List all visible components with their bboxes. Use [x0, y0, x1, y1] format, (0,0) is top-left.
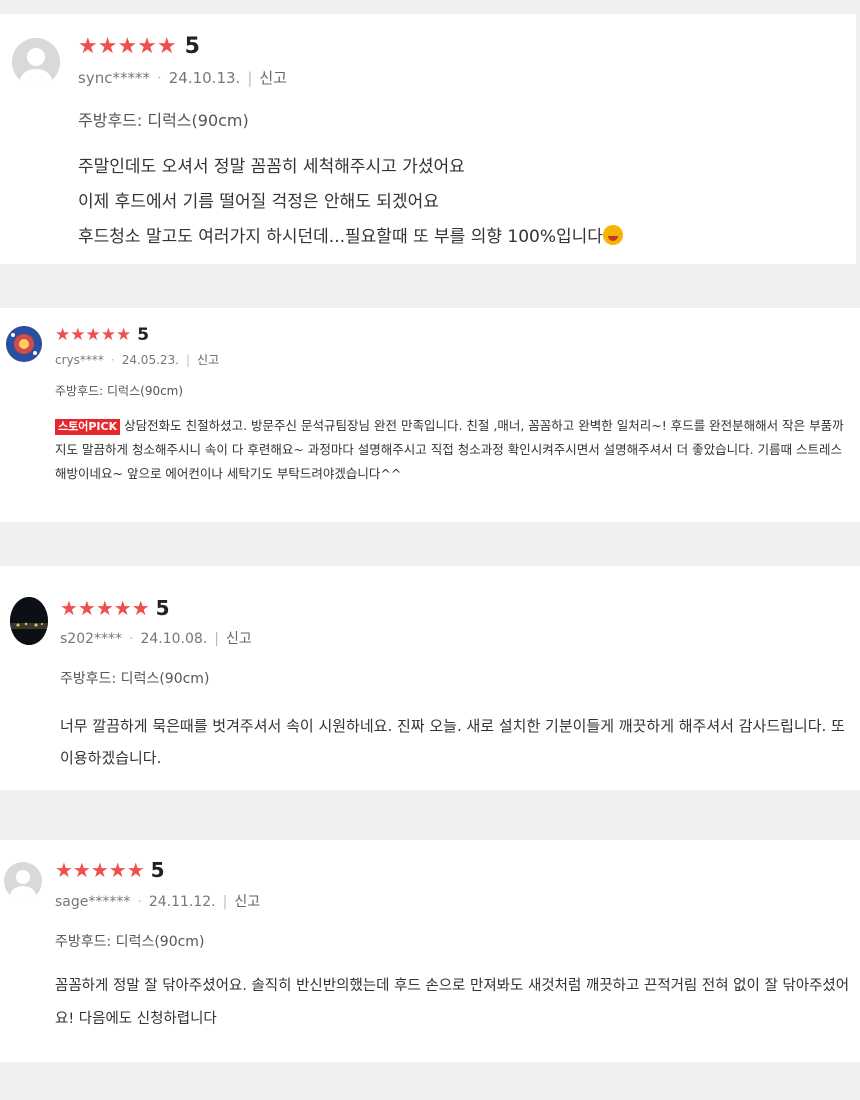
- rating-value: 5: [155, 596, 170, 620]
- review-line: 주말인데도 오셔서 정말 꼼꼼히 세척해주시고 가셨어요: [78, 157, 465, 177]
- divider: ·: [137, 894, 142, 910]
- report-link[interactable]: 신고: [226, 631, 252, 647]
- review-text: 너무 깔끔하게 묵은때를 벗겨주셔서 속이 시원하네요. 진짜 오늘. 새로 설…: [60, 710, 855, 774]
- report-link[interactable]: 신고: [197, 353, 219, 367]
- review-line: 이제 후드에서 기름 떨어질 걱정은 안해도 되겠어요: [78, 192, 439, 212]
- review-date: 24.10.08.: [140, 631, 208, 647]
- review-date: 24.05.23.: [121, 353, 179, 367]
- product-option: 주방후드: 디럭스(90cm): [55, 934, 205, 950]
- review-body: 상담전화도 친절하셨고. 방문주신 문석규팀장님 완전 만족입니다. 친절 ,매…: [55, 418, 844, 481]
- divider: |: [222, 894, 228, 910]
- review-date: 24.10.13.: [168, 69, 241, 87]
- star-rating: ★★★★★ 5: [55, 858, 165, 882]
- review-card: ★★★★★ 5 sage****** · 24.11.12. | 신고 주방후드: 디럭스…: [0, 840, 860, 1062]
- review-meta: s202**** · 24.10.08. | 신고: [60, 628, 252, 648]
- product-option: 주방후드: 디럭스(90cm): [78, 111, 249, 130]
- review-card: ★★★★★ 5 sync***** · 24.10.13. | 신고 주방후드: 디럭스(…: [0, 14, 856, 264]
- rating-value: 5: [150, 858, 165, 882]
- star-rating: ★★★★★ 5: [55, 325, 149, 345]
- divider: ·: [156, 69, 162, 87]
- review-card: ★★★★★ 5 s202**** · 24.10.08. | 신고 주방후드: 디럭스(9…: [0, 566, 860, 790]
- username: sage******: [55, 894, 131, 910]
- username: s202****: [60, 631, 123, 647]
- star-icons: ★★★★★: [60, 596, 150, 620]
- star-icons: ★★★★★: [55, 858, 145, 882]
- review-meta: crys**** · 24.05.23. | 신고: [55, 351, 219, 368]
- rating-value: 5: [184, 34, 200, 59]
- product-option: 주방후드: 디럭스(90cm): [60, 671, 210, 687]
- review-meta: sync***** · 24.10.13. | 신고: [78, 67, 287, 88]
- star-icons: ★★★★★: [55, 325, 132, 345]
- review-text: 꼼꼼하게 정말 잘 닦아주셨어요. 솔직히 반신반의했는데 후드 손으로 만져봐…: [55, 970, 855, 1036]
- username: sync*****: [78, 69, 150, 87]
- divider: |: [214, 631, 219, 647]
- username: crys****: [55, 353, 104, 367]
- review-text: 주말인데도 오셔서 정말 꼼꼼히 세척해주시고 가셨어요 이제 후드에서 기름 …: [78, 150, 848, 255]
- divider: ·: [110, 353, 115, 367]
- star-rating: ★★★★★ 5: [78, 34, 200, 59]
- review-date: 24.11.12.: [148, 894, 216, 910]
- product-option: 주방후드: 디럭스(90cm): [55, 384, 184, 398]
- report-link[interactable]: 신고: [234, 894, 260, 910]
- night-city-avatar-icon: [10, 597, 48, 645]
- store-pick-badge: 스토어PICK: [55, 419, 121, 435]
- review-meta: sage****** · 24.11.12. | 신고: [55, 891, 260, 911]
- review-body: 너무 깔끔하게 묵은때를 벗겨주셔서 속이 시원하네요. 진짜 오늘. 새로 설…: [60, 717, 845, 767]
- default-avatar-icon: [12, 38, 60, 86]
- report-link[interactable]: 신고: [259, 69, 287, 87]
- rating-value: 5: [137, 325, 150, 345]
- review-card: ★★★★★ 5 crys**** · 24.05.23. | 신고 주방후드: 디럭스(9…: [0, 308, 860, 522]
- review-text: 스토어PICK 상담전화도 친절하셨고. 방문주신 문석규팀장님 완전 만족입니다…: [55, 414, 853, 486]
- star-rating: ★★★★★ 5: [60, 596, 170, 620]
- divider: |: [247, 69, 253, 87]
- planet-avatar-icon: [6, 326, 42, 362]
- divider: ·: [129, 631, 134, 647]
- review-line: 후드청소 말고도 여러가지 하시던데...필요할때 또 부를 의향 100%입니…: [78, 220, 848, 255]
- default-avatar-icon: [4, 862, 42, 900]
- divider: |: [185, 353, 191, 367]
- star-icons: ★★★★★: [78, 34, 177, 59]
- review-body: 꼼꼼하게 정말 잘 닦아주셨어요. 솔직히 반신반의했는데 후드 손으로 만져봐…: [55, 978, 850, 1027]
- grinning-face-emoji-icon: [602, 225, 623, 245]
